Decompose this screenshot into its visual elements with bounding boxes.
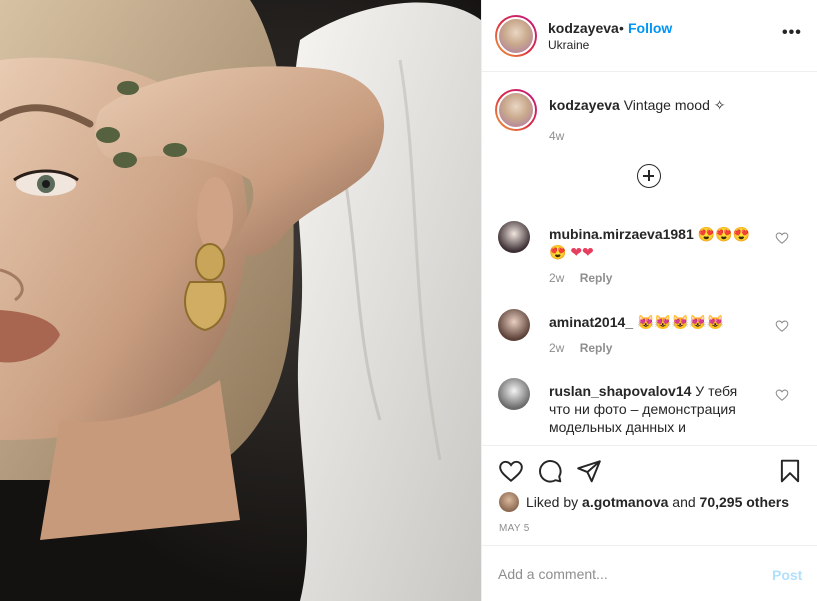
likes-count[interactable]: 70,295 others <box>700 494 790 510</box>
commenter-username[interactable]: aminat2014_ <box>549 314 633 330</box>
comment-icon[interactable] <box>537 458 563 484</box>
add-comment-bar: Post <box>482 545 817 601</box>
bookmark-icon[interactable] <box>777 458 803 484</box>
commenter-avatar[interactable] <box>498 221 530 253</box>
commenter-avatar[interactable] <box>498 378 530 410</box>
post-comment-button[interactable]: Post <box>772 567 802 583</box>
commenter-username[interactable]: mubina.mirzaeva1981 <box>549 226 694 242</box>
caption-text: kodzayeva Vintage mood ✧ <box>549 96 789 114</box>
comment-meta: 2w Reply <box>549 341 612 355</box>
commenter-avatar[interactable] <box>498 309 530 341</box>
comment-text: ruslan_shapovalov14 У тебя что ни фото –… <box>549 382 759 436</box>
more-options-icon[interactable]: ••• <box>782 24 802 42</box>
comment-body: 😻😻😻😻😻 <box>636 314 725 330</box>
post-sidebar: kodzayeva • Follow Ukraine ••• kodzayeva… <box>481 0 817 601</box>
heart-icon[interactable] <box>498 458 524 484</box>
comments-list[interactable]: kodzayeva Vintage mood ✧ 4w mubina.mirza… <box>482 73 817 445</box>
comment-time[interactable]: 2w <box>549 271 564 285</box>
comment-text: mubina.mirzaeva1981 😍😍😍😍 ❤❤ <box>549 225 759 261</box>
post-photo[interactable] <box>0 0 481 601</box>
comment-time[interactable]: 2w <box>549 341 564 355</box>
comment-like-heart-icon[interactable] <box>775 231 789 245</box>
follow-button[interactable]: Follow <box>628 20 672 36</box>
likes-text: Liked by a.gotmanova and 70,295 others <box>526 494 789 510</box>
post-image <box>0 0 481 601</box>
caption-time[interactable]: 4w <box>549 129 564 143</box>
follow-separator: • <box>619 20 624 36</box>
author-avatar[interactable] <box>495 15 537 57</box>
post-header: kodzayeva • Follow Ukraine ••• <box>482 0 817 72</box>
caption-username[interactable]: kodzayeva <box>549 97 620 113</box>
comment-meta: 2w Reply <box>549 271 612 285</box>
comment-like-heart-icon[interactable] <box>775 388 789 402</box>
load-more-comments-icon[interactable] <box>637 164 661 188</box>
comment-text: aminat2014_ 😻😻😻😻😻 <box>549 313 759 331</box>
post-location[interactable]: Ukraine <box>548 38 589 52</box>
reply-button[interactable]: Reply <box>580 271 613 285</box>
author-username[interactable]: kodzayeva <box>548 20 619 36</box>
commenter-username[interactable]: ruslan_shapovalov14 <box>549 383 691 399</box>
comment-input[interactable] <box>498 562 758 586</box>
share-icon[interactable] <box>576 458 602 484</box>
reply-button[interactable]: Reply <box>580 341 613 355</box>
liker-username[interactable]: a.gotmanova <box>582 494 668 510</box>
comment-like-heart-icon[interactable] <box>775 319 789 333</box>
caption-avatar[interactable] <box>495 89 537 131</box>
caption-body: Vintage mood ✧ <box>623 97 726 113</box>
likes-prefix: Liked by <box>526 494 583 510</box>
post-date[interactable]: MAY 5 <box>499 523 530 534</box>
liker-avatar[interactable] <box>499 492 519 512</box>
post-actions: Liked by a.gotmanova and 70,295 others M… <box>482 445 817 541</box>
likes-middle: and <box>668 494 700 510</box>
